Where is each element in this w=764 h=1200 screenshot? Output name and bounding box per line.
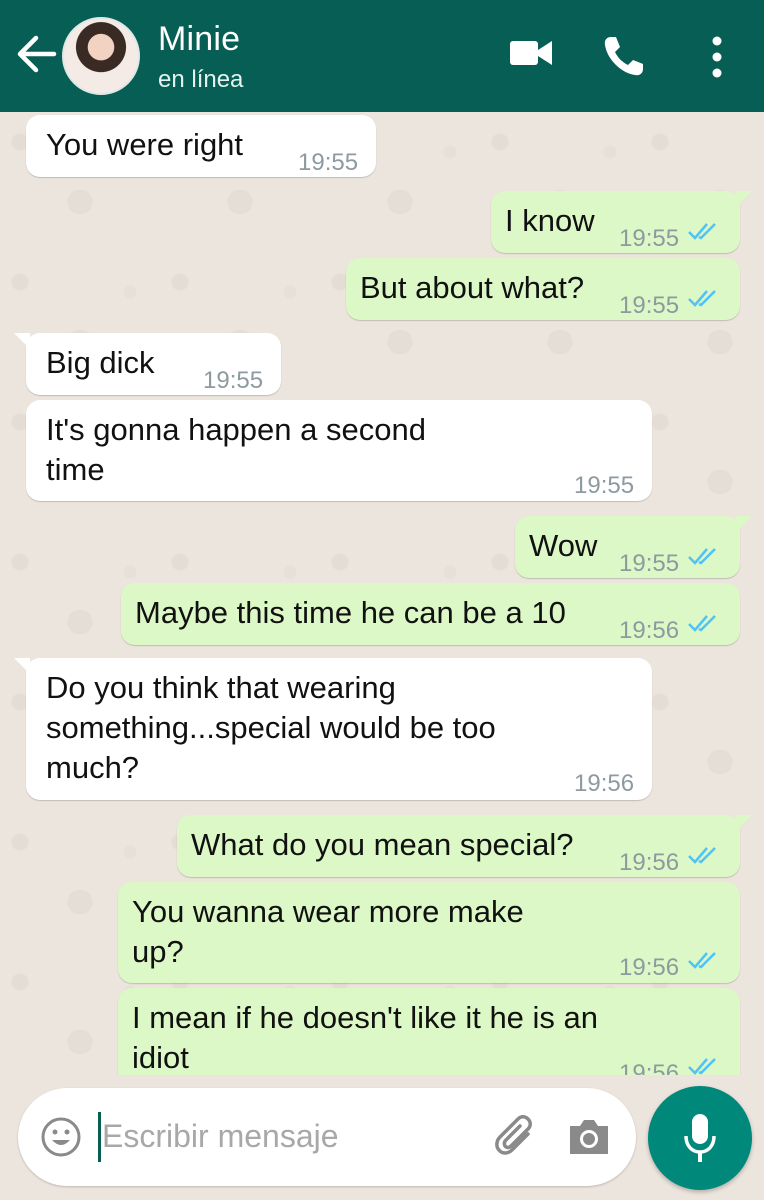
message-text: You wanna wear more make up? [132,894,524,969]
message-time: 19:55 [619,292,680,319]
message-incoming[interactable]: It's gonna happen a second time 19:55 [26,400,652,501]
message-outgoing[interactable]: I mean if he doesn't like it he is an id… [118,988,740,1075]
message-time: 19:55 [619,225,680,252]
phone-icon[interactable] [601,33,647,79]
message-time: 19:55 [619,550,680,577]
text-cursor [98,1112,101,1162]
avatar[interactable] [62,17,140,95]
message-time: 19:55 [574,472,635,499]
message-composer[interactable]: Escribir mensaje [18,1088,636,1186]
message-text: I mean if he doesn't like it he is an id… [132,1000,599,1075]
message-outgoing[interactable]: What do you mean special? 19:56 [177,815,752,877]
message-list[interactable]: You were right 19:55 I know 19:55 But ab… [0,112,764,1075]
message-text: I know [505,203,595,238]
read-ticks-icon [688,548,716,565]
emoji-icon[interactable] [40,1116,82,1158]
read-ticks-icon [688,847,716,864]
more-vert-icon[interactable] [704,33,730,81]
message-time: 19:56 [619,849,680,876]
read-ticks-icon [688,615,716,632]
message-outgoing[interactable]: But about what? 19:55 [346,258,740,320]
message-outgoing[interactable]: I know 19:55 [491,191,752,253]
message-input[interactable]: Escribir mensaje [102,1118,339,1155]
message-text: It's gonna happen a second time [46,412,426,487]
message-outgoing[interactable]: Maybe this time he can be a 10 19:56 [121,583,740,645]
contact-name[interactable]: Minie [158,20,240,59]
read-ticks-icon [688,290,716,307]
message-text: Big dick [46,345,155,380]
message-time: 19:56 [619,617,680,644]
contact-status: en línea [158,66,244,93]
message-incoming[interactable]: You were right 19:55 [26,115,376,177]
message-text: But about what? [360,270,585,305]
mic-button[interactable] [648,1086,752,1190]
message-time: 19:55 [298,149,359,176]
attach-clip-icon[interactable] [494,1114,540,1162]
message-text: Wow [529,528,598,563]
message-text: What do you mean special? [191,827,574,862]
message-text: Do you think that wearing something...sp… [46,670,496,785]
read-ticks-icon [688,952,716,969]
message-incoming[interactable]: Do you think that wearing something...sp… [14,658,652,800]
message-text: You were right [46,127,244,162]
message-time: 19:55 [203,367,264,394]
message-incoming[interactable]: Big dick 19:55 [14,333,281,395]
back-arrow-icon[interactable] [14,30,58,78]
message-outgoing[interactable]: You wanna wear more make up? 19:56 [118,882,740,983]
message-time: 19:56 [619,1060,680,1075]
message-time: 19:56 [619,954,680,981]
message-time: 19:56 [574,770,635,797]
message-outgoing[interactable]: Wow 19:55 [515,516,752,578]
message-text: Maybe this time he can be a 10 [135,595,566,630]
video-call-icon[interactable] [508,33,554,73]
camera-icon[interactable] [566,1116,612,1158]
read-ticks-icon [688,1058,716,1075]
mic-icon [684,1114,716,1162]
chat-header: Minie en línea [0,0,764,112]
read-ticks-icon [688,223,716,240]
